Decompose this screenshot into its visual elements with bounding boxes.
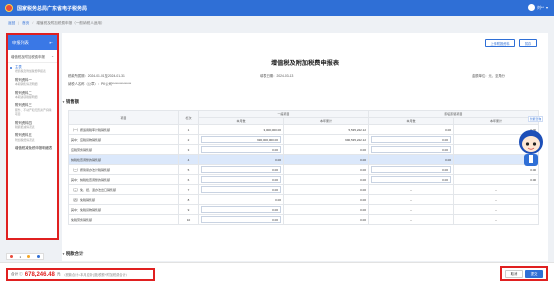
col-line: 栏次: [178, 110, 199, 125]
breadcrumb-current: 增值税及附加税费申报（一般纳税人适用）: [36, 20, 105, 25]
total-label: 合计 ⓘ: [11, 272, 23, 276]
form-title: 增值税及附加税费申报表: [270, 60, 340, 67]
breadcrumb: 返回 | 首页 / 增值税及附加税费申报（一般纳税人适用）: [8, 20, 105, 26]
sidebar-item-schedule-5[interactable]: 附列资料五 附加税费情况表: [8, 131, 57, 144]
table-row: 其中：纳税检查调整的销售额 6 0.00 0.00 0.00 0.00: [68, 174, 540, 185]
back-link[interactable]: 返回: [8, 21, 15, 26]
total-unit: 元: [56, 272, 61, 276]
table-row: 其中：应税货物销售额 2 990,000,000.00 990,535,222.…: [68, 134, 540, 145]
dot-icon: [27, 255, 31, 258]
table-row-selected: 纳税检查调整的销售额 4 0.00 0.00 0.00 0.00: [68, 154, 540, 165]
amount-input[interactable]: 0.00: [371, 176, 452, 183]
amount-input[interactable]: 0.00: [201, 166, 281, 173]
col-item: 项目: [68, 110, 179, 125]
col-immediate-current: 本月数: [368, 117, 455, 125]
tax-period: 税款所属期：2024-01-01至2024-01-31: [68, 74, 125, 78]
app-title: 国家税务总局广东省电子税务局: [17, 5, 88, 12]
amount-unit: 金额单位：元，至角分: [472, 74, 505, 78]
amount-input[interactable]: 0.00: [371, 166, 452, 173]
amount-input[interactable]: 0.00: [201, 186, 281, 193]
amount-input[interactable]: 990,000,000.00: [201, 136, 281, 143]
save-draft-button[interactable]: 暂存: [519, 39, 537, 47]
table-row: （二）按简易办法计税销售额 5 0.00 0.00 0.00 0.00: [68, 164, 540, 175]
table-row: 免税劳务销售额 10 0.00 0.00 -- --: [68, 214, 540, 225]
amount-input[interactable]: 0.00: [201, 206, 281, 213]
sidebar-item-schedule-3[interactable]: 附列资料三 服务、不动产和无形资产扣除项目: [8, 101, 57, 118]
sidebar-item-schedule-1[interactable]: 附列资料一 本期销售情况明细: [8, 76, 57, 89]
user-name: 刘**: [536, 4, 544, 10]
sidebar-group[interactable]: 增值税及附加税费申报 ⌄: [8, 50, 57, 63]
footer-actions: 取消 提交: [500, 266, 548, 281]
sidebar-item-main-form[interactable]: 主表 增值税及附加税费申报表: [8, 63, 57, 76]
amount-input[interactable]: 0.00: [201, 176, 281, 183]
table-row: （四）免税销售额 8 0.00 0.00 -- --: [68, 194, 540, 205]
assistant-mascot-icon[interactable]: [516, 126, 546, 170]
sales-table: 项目 栏次 一般项目 即征即退项目 本月数 本年累计 本月数 本年累计 （一）按…: [68, 110, 540, 225]
top-bar: 国家税务总局广东省电子税务局 刘** ▾: [0, 0, 554, 16]
taxpayer-name: 纳税人名称（公章）：PK公司***************: [68, 82, 132, 86]
total-note: （税款合计=本月应补(退)税额+附加税费合计）: [62, 273, 129, 277]
table-row: 应税劳务销售额 3 0.00 0.00 0.00 0.00: [68, 144, 540, 155]
upload-attachment-button[interactable]: 上传附报资料: [485, 39, 515, 47]
page-number[interactable]: 1: [19, 255, 21, 259]
smart-consult-tag[interactable]: 智能咨询: [528, 116, 544, 122]
collapse-icon[interactable]: ⇤: [49, 40, 53, 45]
tax-logo-icon: [5, 4, 13, 12]
sidebar-item-schedule-2[interactable]: 附列资料二 本期进项税额明细: [8, 89, 57, 102]
fill-date: 填表日期：2024-03-13: [260, 74, 294, 78]
col-general: 一般项目: [197, 110, 370, 118]
submit-button[interactable]: 提交: [525, 269, 543, 278]
tax-total-summary: 合计 ⓘ 678,246.48 元 （税款合计=本月应补(退)税额+附加税费合计…: [6, 268, 155, 281]
dot-icon: [10, 255, 14, 258]
section-sales[interactable]: 销售额: [62, 99, 79, 105]
dot-icon: [36, 255, 40, 258]
breadcrumb-home[interactable]: 首页: [22, 21, 29, 26]
sidebar-header: 申报列表 ⇤: [8, 35, 57, 50]
sidebar-item-schedule-4[interactable]: 附列资料四 税额抵减情况表: [8, 119, 57, 132]
sidebar-title: 申报列表: [12, 39, 29, 45]
sidebar-item-exemption-detail[interactable]: 增值税减免税申报明细表: [8, 144, 57, 152]
amount-input[interactable]: 0.00: [371, 136, 452, 143]
cancel-button[interactable]: 取消: [505, 269, 523, 278]
table-row: （一）按适用税率计税销售额 1 3,000,000.00 5,535,222.1…: [68, 124, 540, 135]
table-row: 其中：免税货物销售额 9 0.00 0.00 -- --: [68, 204, 540, 215]
amount-input[interactable]: 0.00: [201, 146, 281, 153]
sidebar-group-label: 增值税及附加税费申报: [11, 55, 45, 59]
table-row: （三）免、抵、退办法出口销售额 7 0.00 0.00 -- --: [68, 184, 540, 195]
amount-input[interactable]: 0.00: [201, 216, 281, 223]
col-immediate: 即征即退项目: [368, 110, 540, 118]
col-general-cumulative: 本年累计: [282, 117, 370, 125]
col-general-current: 本月数: [198, 117, 284, 125]
chevron-down-icon: ▾: [545, 5, 548, 10]
avatar: [527, 4, 535, 11]
amount-input[interactable]: 0.00: [371, 146, 452, 153]
col-immediate-cumulative: 本年累计: [453, 117, 540, 125]
chevron-down-icon: ⌄: [51, 54, 54, 58]
section-tax-total[interactable]: 税款合计: [62, 251, 84, 257]
user-menu[interactable]: 刘** ▾: [527, 4, 548, 11]
total-amount: 678,246.48: [24, 271, 55, 278]
pager: 1: [6, 253, 44, 260]
declaration-sidebar: 申报列表 ⇤ 增值税及附加税费申报 ⌄ 主表 增值税及附加税费申报表 附列资料一…: [6, 33, 59, 240]
form-panel: 上传附报资料 暂存 增值税及附加税费申报表 税款所属期：2024-01-01至2…: [62, 33, 548, 261]
